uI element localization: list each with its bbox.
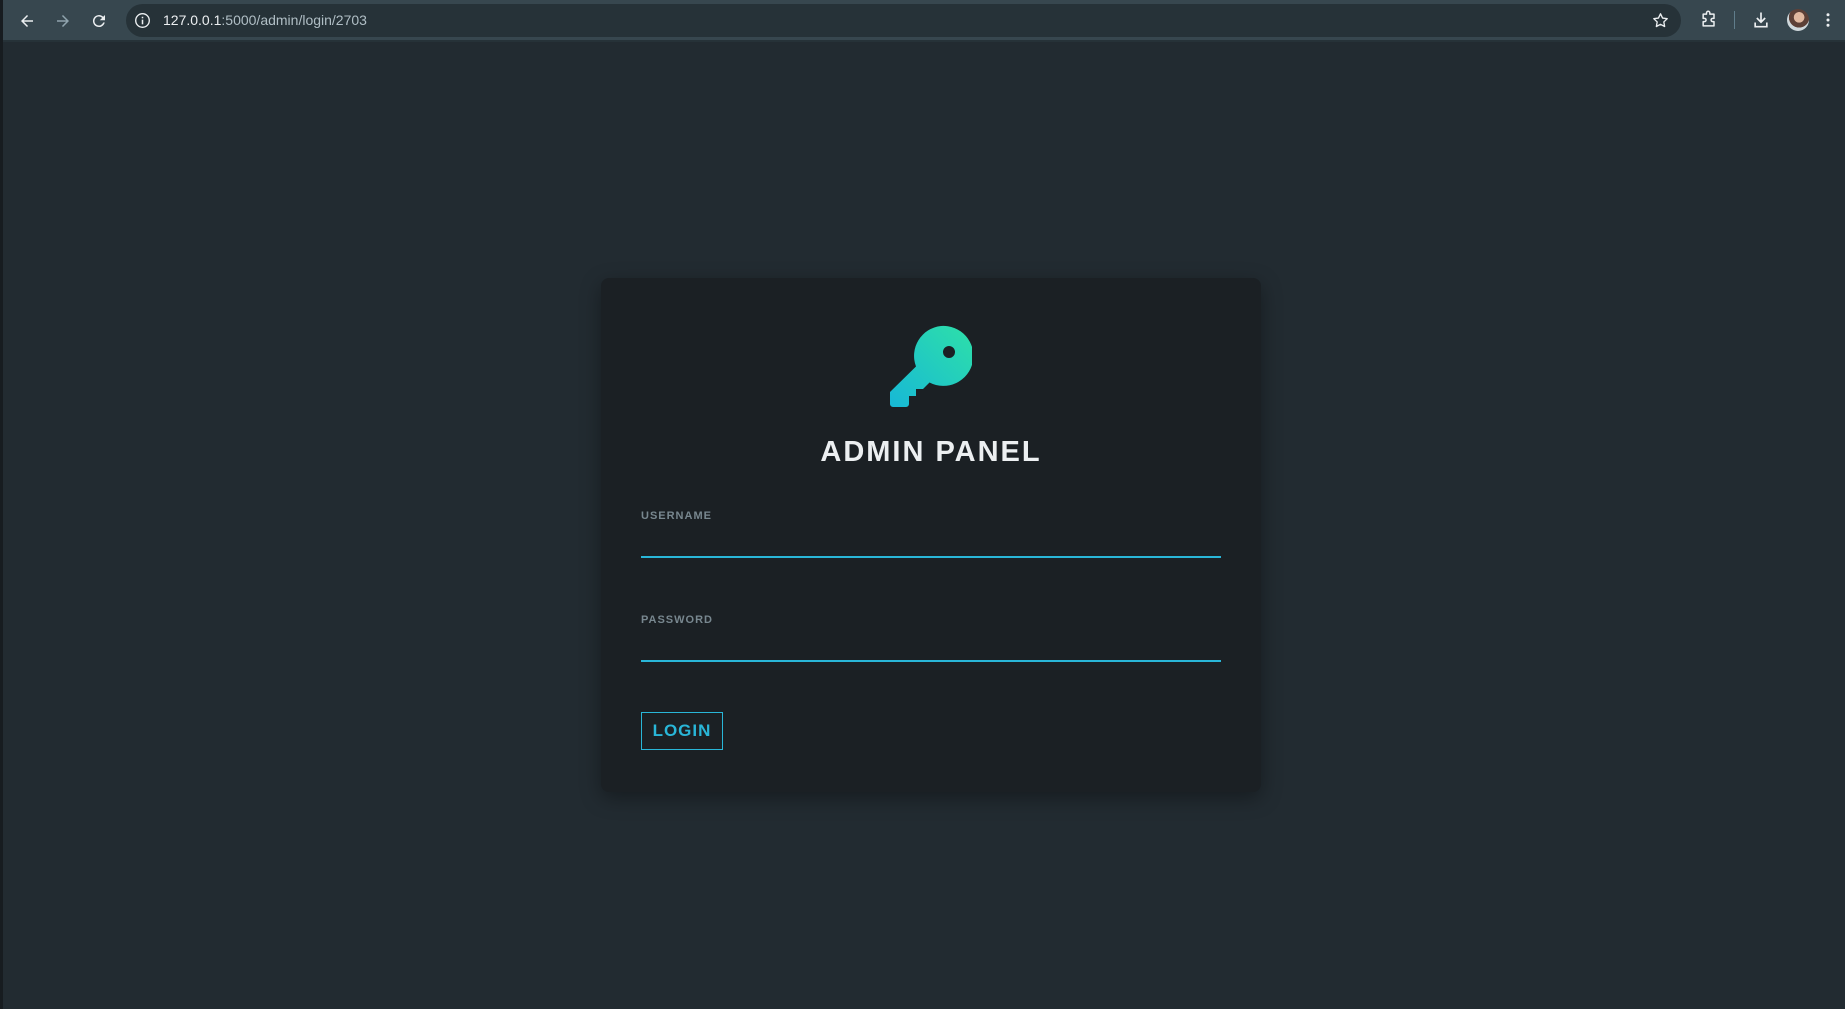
password-label: PASSWORD (641, 614, 713, 626)
info-icon[interactable] (134, 12, 151, 29)
arrow-right-icon (57, 15, 69, 27)
puzzle-icon[interactable] (1697, 8, 1721, 32)
forward-button[interactable] (49, 7, 77, 35)
back-button[interactable] (13, 7, 41, 35)
password-field[interactable] (641, 632, 1221, 662)
reload-button[interactable] (85, 7, 113, 35)
arrow-left-icon (21, 15, 33, 27)
username-label: USERNAME (641, 510, 712, 522)
address-bar[interactable]: 127.0.0.1:5000/admin/login/2703 (126, 4, 1681, 37)
browser-window: 127.0.0.1:5000/admin/login/2703 ADMIN PA… (0, 0, 1845, 1009)
url-host: 127.0.0.1 (163, 12, 222, 28)
page-title: ADMIN PANEL (820, 436, 1042, 468)
download-icon[interactable] (1749, 8, 1773, 32)
username-field[interactable] (641, 528, 1221, 558)
browser-toolbar: 127.0.0.1:5000/admin/login/2703 (3, 0, 1845, 42)
star-icon[interactable] (1650, 10, 1671, 31)
login-button[interactable]: LOGIN (641, 712, 723, 750)
avatar[interactable] (1787, 9, 1809, 31)
key-icon (890, 325, 972, 407)
toolbar-divider (1734, 11, 1735, 29)
reload-icon (92, 15, 105, 28)
kebab-menu-icon[interactable] (1820, 8, 1836, 32)
url-text[interactable]: 127.0.0.1:5000/admin/login/2703 (163, 4, 367, 37)
login-card: ADMIN PANEL USERNAME PASSWORD LOGIN (601, 278, 1261, 792)
url-path: :5000/admin/login/2703 (221, 12, 367, 28)
